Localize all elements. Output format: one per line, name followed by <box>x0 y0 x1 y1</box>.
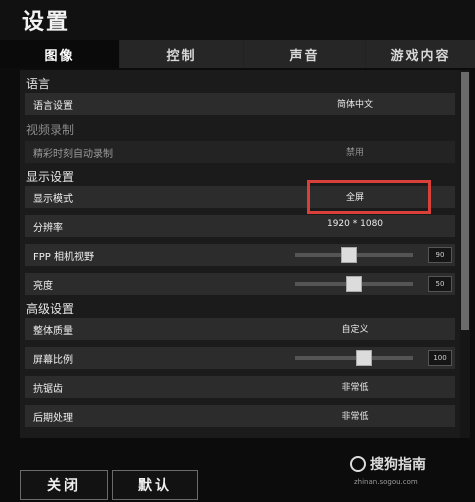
row-anti-aliasing[interactable]: 抗锯齿 非常低 <box>25 376 455 398</box>
section-language: 语言 <box>26 77 51 91</box>
section-advanced: 高级设置 <box>26 302 75 316</box>
row-label: 精彩时刻自动录制 <box>33 149 113 160</box>
tab-graphics[interactable]: 图像 <box>0 40 120 68</box>
row-post-processing[interactable]: 后期处理 非常低 <box>25 405 455 427</box>
default-button[interactable]: 默认 <box>112 470 198 500</box>
tab-controls[interactable]: 控制 <box>120 40 244 68</box>
fov-value-box[interactable]: 90 <box>428 247 452 263</box>
row-resolution[interactable]: 分辨率 1920 * 1080 <box>25 215 455 237</box>
row-fpp-fov: FPP 相机视野 90 <box>25 244 455 266</box>
settings-panel: 语言 语言设置 简体中文 视频录制 精彩时刻自动录制 禁用 显示设置 显示模式 … <box>20 70 460 438</box>
sogou-logo-icon <box>350 456 366 472</box>
scrollbar-thumb[interactable] <box>461 72 469 330</box>
row-highlight-recording: 精彩时刻自动录制 禁用 <box>25 141 455 163</box>
row-value[interactable]: 非常低 <box>275 380 435 393</box>
tab-audio[interactable]: 声音 <box>244 40 366 68</box>
row-label: 亮度 <box>33 281 53 292</box>
display-mode-highlight-box <box>307 180 431 214</box>
fov-slider-knob[interactable] <box>340 247 357 263</box>
watermark: 搜狗指南 zhinan.sogou.com <box>350 452 470 498</box>
row-value[interactable]: 非常低 <box>275 409 435 422</box>
close-button[interactable]: 关闭 <box>20 470 108 500</box>
scale-value-box[interactable]: 100 <box>428 350 452 366</box>
row-screen-scale: 屏幕比例 100 <box>25 347 455 369</box>
window-title: 设置 <box>22 10 71 35</box>
row-value: 禁用 <box>345 148 364 158</box>
row-label: 语言设置 <box>33 101 73 112</box>
row-brightness: 亮度 50 <box>25 273 455 295</box>
brightness-slider-knob[interactable] <box>346 276 362 292</box>
watermark-url: zhinan.sogou.com <box>354 478 418 486</box>
row-overall-quality[interactable]: 整体质量 自定义 <box>25 318 455 340</box>
row-value[interactable]: 简体中文 <box>275 97 435 110</box>
tab-gameplay[interactable]: 游戏内容 <box>366 40 475 68</box>
row-label: FPP 相机视野 <box>33 252 94 263</box>
row-value[interactable]: 自定义 <box>275 322 435 335</box>
row-label: 分辨率 <box>33 223 63 234</box>
row-label: 屏幕比例 <box>33 355 73 366</box>
scale-slider-knob[interactable] <box>356 350 373 366</box>
brightness-value-box[interactable]: 50 <box>428 276 452 292</box>
row-label: 整体质量 <box>33 326 73 337</box>
row-language-setting[interactable]: 语言设置 简体中文 <box>25 93 455 115</box>
section-display: 显示设置 <box>26 170 75 184</box>
row-label: 抗锯齿 <box>33 384 63 395</box>
row-label: 后期处理 <box>33 413 73 424</box>
title-bar: 设置 <box>0 0 475 40</box>
tab-bar: 图像 控制 声音 游戏内容 <box>0 40 475 68</box>
watermark-text: 搜狗指南 <box>370 457 426 473</box>
section-video-recording: 视频录制 <box>26 123 75 137</box>
row-label: 显示模式 <box>33 194 73 205</box>
row-value[interactable]: 1920 * 1080 <box>275 219 435 229</box>
scale-slider-track[interactable] <box>295 356 413 360</box>
